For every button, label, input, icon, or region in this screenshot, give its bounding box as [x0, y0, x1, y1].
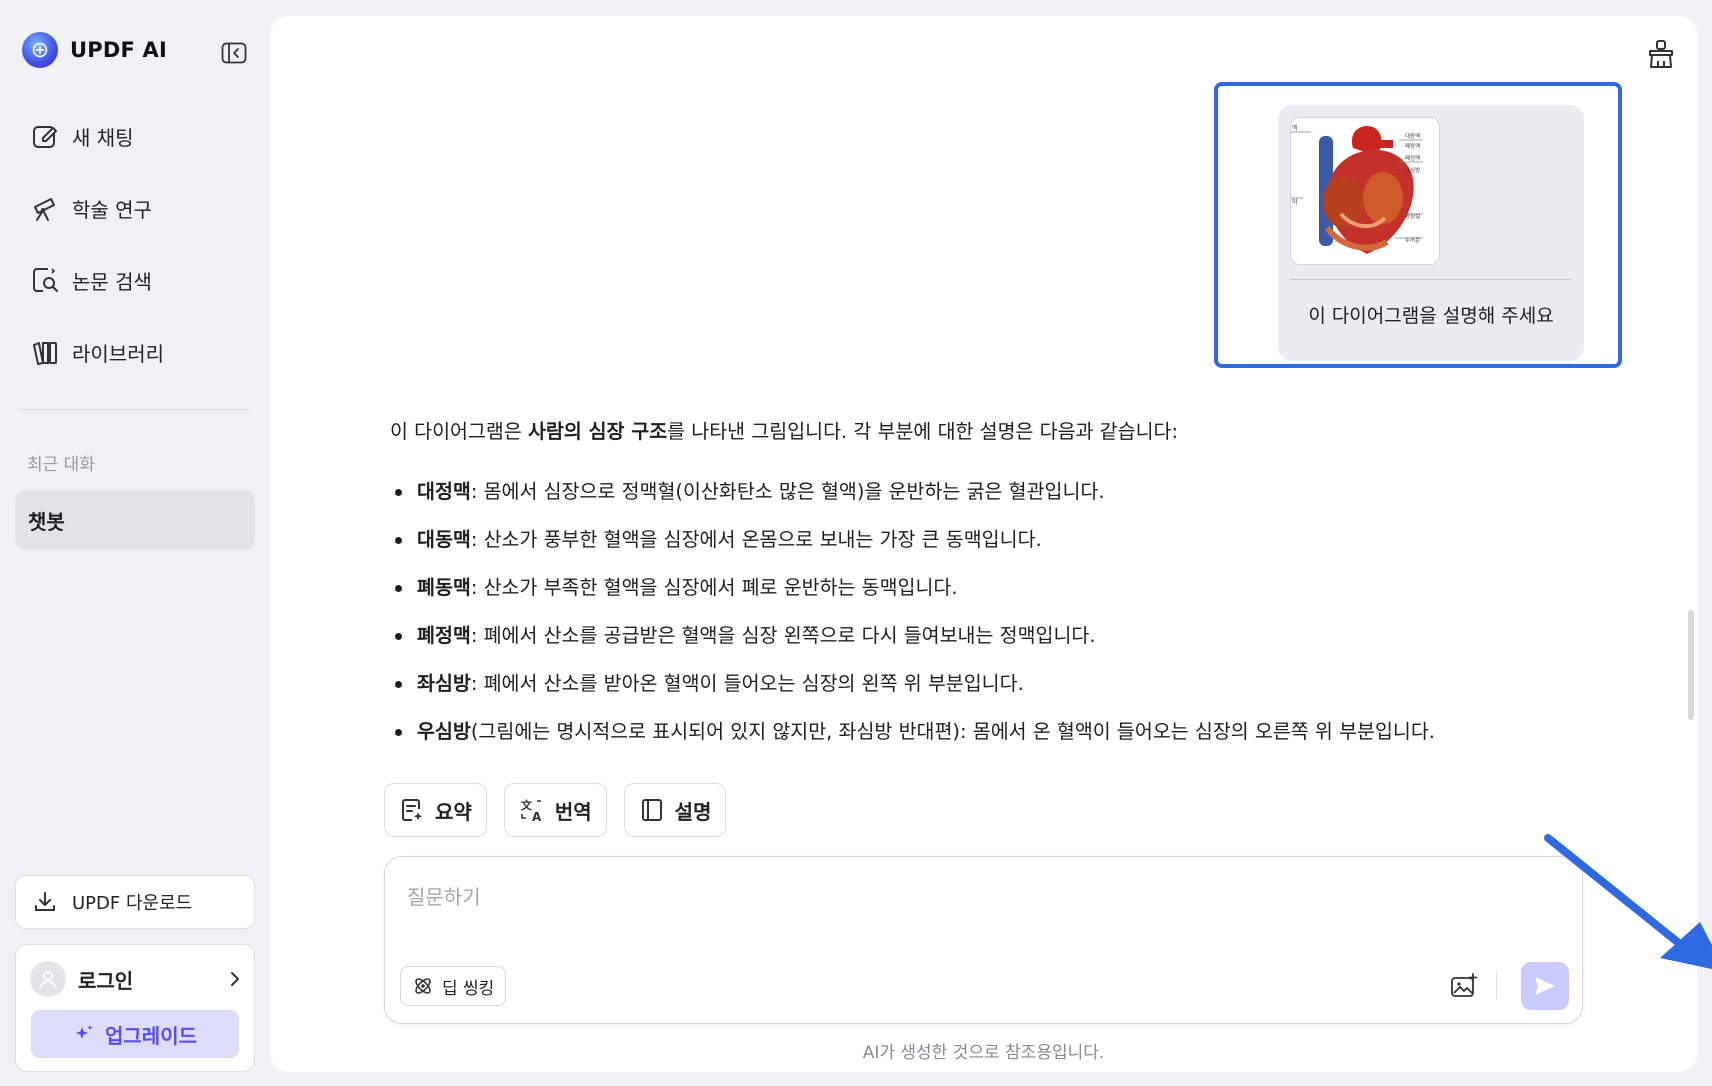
- list-item: 좌심방: 폐에서 산소를 받아온 혈액이 들어오는 심장의 왼쪽 위 부분입니다…: [390, 660, 1540, 708]
- download-label: UPDF 다운로드: [72, 893, 193, 914]
- bubble-divider: [1290, 279, 1572, 280]
- sparkle-icon: [76, 1025, 93, 1039]
- heart-label-text: 폐동맥: [1405, 142, 1420, 150]
- explain-button[interactable]: 설명: [623, 783, 727, 837]
- answer-intro-text: 를 나타낸 그림입니다. 각 부분에 대한 설명은 다음과 같습니다:: [667, 420, 1179, 443]
- sidebar-item-label: 논문 검색: [72, 269, 152, 294]
- list-item-text: (그림에는 명시적으로 표시되어 있지 않지만, 좌심방 반대편): 몸에서 온…: [470, 720, 1435, 743]
- list-item: 폐동맥: 산소가 부족한 혈액을 심장에서 폐로 운반하는 동맥입니다.: [390, 564, 1540, 612]
- chat-panel: 맥 막 대동맥 폐동맥 폐정맥 좌심방 좌심실 두꺼운 이 다이어그램을 설명해…: [270, 16, 1712, 1072]
- heart-label-text: 좌심실: [1405, 212, 1420, 220]
- list-item-text: : 몸에서 심장으로 정맥혈(이산화탄소 많은 혈액)을 운반하는 굵은 혈관입…: [470, 480, 1105, 503]
- upgrade-button[interactable]: 업그레이드: [31, 1010, 239, 1058]
- sidebar-item-library[interactable]: 라이브러리: [16, 316, 256, 388]
- quick-actions: 요약 文A 번역 설명: [384, 783, 727, 837]
- heart-diagram-thumbnail[interactable]: 맥 막 대동맥 폐동맥 폐정맥 좌심방 좌심실 두꺼운: [1290, 117, 1440, 265]
- question-input[interactable]: [407, 885, 1307, 909]
- translate-button[interactable]: 文A 번역: [503, 783, 607, 837]
- upgrade-label: 업그레이드: [105, 1023, 197, 1048]
- sidebar-item-paper-search[interactable]: 논문 검색: [16, 244, 256, 316]
- sidebar-collapse-icon: [221, 42, 247, 64]
- summary-icon: [402, 799, 423, 821]
- download-icon: [35, 892, 55, 911]
- user-icon: [39, 971, 57, 989]
- recent-conversation-item[interactable]: 챗봇: [15, 490, 255, 550]
- login-label: 로그인: [78, 968, 134, 993]
- answer-list: 대정맥: 몸에서 심장으로 정맥혈(이산화탄소 많은 혈액)을 운반하는 굵은 …: [390, 468, 1540, 756]
- translate-label: 번역: [554, 799, 592, 824]
- answer-intro-text: 이 다이어그램은: [390, 420, 528, 443]
- list-item: 대정맥: 몸에서 심장으로 정맥혈(이산화탄소 많은 혈액)을 운반하는 굵은 …: [390, 468, 1540, 516]
- list-item: 폐정맥: 폐에서 산소를 공급받은 혈액을 심장 왼쪽으로 다시 들여보내는 정…: [390, 612, 1540, 660]
- list-item-text: : 산소가 부족한 혈액을 심장에서 폐로 운반하는 동맥입니다.: [470, 576, 958, 599]
- list-item: 우심방(그림에는 명시적으로 표시되어 있지 않지만, 좌심방 반대편): 몸에…: [390, 708, 1540, 756]
- sidebar-item-academic-research[interactable]: 학술 연구: [16, 172, 256, 244]
- heart-label-text: 대동맥: [1405, 132, 1420, 140]
- library-icon: [33, 342, 57, 365]
- list-item-term: 대동맥: [417, 528, 471, 551]
- book-icon: [641, 799, 662, 821]
- download-updf-button[interactable]: UPDF 다운로드: [15, 875, 255, 929]
- sidebar-item-new-chat[interactable]: 새 채팅: [16, 100, 256, 172]
- heart-label-text: 두꺼운: [1405, 236, 1420, 244]
- list-item-term: 대정맥: [417, 480, 471, 503]
- heart-label-text: 폐정맥: [1405, 154, 1420, 162]
- list-item-text: : 폐에서 산소를 받아온 혈액이 들어오는 심장의 왼쪽 위 부분입니다.: [470, 672, 1024, 695]
- ai-disclaimer: AI가 생성한 것으로 참조용입니다.: [862, 1043, 1105, 1063]
- sidebar-item-label: 라이브러리: [72, 341, 164, 366]
- input-divider: [1496, 971, 1497, 999]
- image-upload-button[interactable]: [1447, 969, 1481, 1003]
- answer-intro-bold: 사람의 심장 구조: [527, 420, 668, 443]
- app-name: UPDF AI: [70, 38, 167, 62]
- svg-text:A: A: [532, 810, 542, 823]
- chevron-right-icon: [231, 972, 239, 986]
- updf-logo-icon: [22, 32, 58, 68]
- image-add-icon: [1451, 973, 1478, 997]
- summarize-label: 요약: [435, 799, 472, 824]
- brand[interactable]: UPDF AI: [22, 32, 167, 68]
- list-item-text: : 폐에서 산소를 공급받은 혈액을 심장 왼쪽으로 다시 들여보내는 정맥입니…: [470, 624, 1096, 647]
- login-button[interactable]: 로그인: [30, 959, 242, 999]
- list-item-text: : 산소가 풍부한 혈액을 심장에서 온몸으로 보내는 가장 큰 동맥입니다.: [470, 528, 1042, 551]
- list-item: 대동맥: 산소가 풍부한 혈액을 심장에서 온몸으로 보내는 가장 큰 동맥입니…: [390, 516, 1540, 564]
- list-item-term: 폐정맥: [417, 624, 471, 647]
- assistant-answer: 이 다이어그램은 사람의 심장 구조를 나타낸 그림입니다. 각 부분에 대한 …: [390, 412, 1540, 756]
- heart-label-text: 좌심방: [1405, 166, 1420, 174]
- explain-label: 설명: [674, 799, 712, 824]
- collapse-sidebar-button[interactable]: [220, 40, 248, 66]
- list-item-term: 좌심방: [417, 672, 471, 695]
- scrollbar[interactable]: [1688, 610, 1694, 720]
- sidebar-nav: 새 채팅 학술 연구 논문 검색 라이브러리: [16, 100, 256, 388]
- list-item-term: 폐동맥: [417, 576, 471, 599]
- chat-input-box: 딥 씽킹: [384, 856, 1583, 1024]
- answer-intro: 이 다이어그램은 사람의 심장 구조를 나타낸 그림입니다. 각 부분에 대한 …: [390, 412, 1540, 452]
- user-message-bubble: 맥 막 대동맥 폐동맥 폐정맥 좌심방 좌심실 두꺼운 이 다이어그램을 설명해…: [1278, 105, 1584, 361]
- deep-thinking-toggle[interactable]: 딥 씽킹: [400, 966, 507, 1006]
- edit-icon: [33, 126, 57, 148]
- telescope-icon: [34, 198, 55, 221]
- heart-diagram-image: 맥 막 대동맥 폐동맥 폐정맥 좌심방 좌심실 두꺼운: [1291, 118, 1439, 264]
- document-search-icon: [33, 268, 58, 292]
- account-panel: 로그인 업그레이드: [15, 944, 255, 1072]
- clear-chat-button[interactable]: [1643, 36, 1679, 72]
- user-message-text: 이 다이어그램을 설명해 주세요: [1308, 305, 1554, 327]
- sidebar: UPDF AI 새 채팅 학술 연구 논문 검색 라이브러리 최근 대화 챗봇 …: [0, 0, 270, 1086]
- sidebar-item-label: 학술 연구: [72, 197, 152, 222]
- sidebar-divider: [18, 409, 250, 410]
- heart-label-text: 맥: [1292, 124, 1298, 132]
- deep-thinking-label: 딥 씽킹: [442, 978, 495, 999]
- translate-icon: 文A: [521, 798, 542, 823]
- sidebar-item-label: 새 채팅: [72, 125, 134, 150]
- send-button[interactable]: [1521, 962, 1569, 1010]
- atom-icon: [415, 978, 431, 994]
- send-icon: [1535, 977, 1555, 995]
- recent-conversations-heading: 최근 대화: [27, 455, 95, 475]
- heart-label-text: 막: [1292, 198, 1298, 206]
- avatar: [30, 961, 66, 997]
- summarize-button[interactable]: 요약: [384, 783, 487, 837]
- list-item-term: 우심방: [417, 720, 471, 743]
- broom-clear-icon: [1649, 40, 1673, 68]
